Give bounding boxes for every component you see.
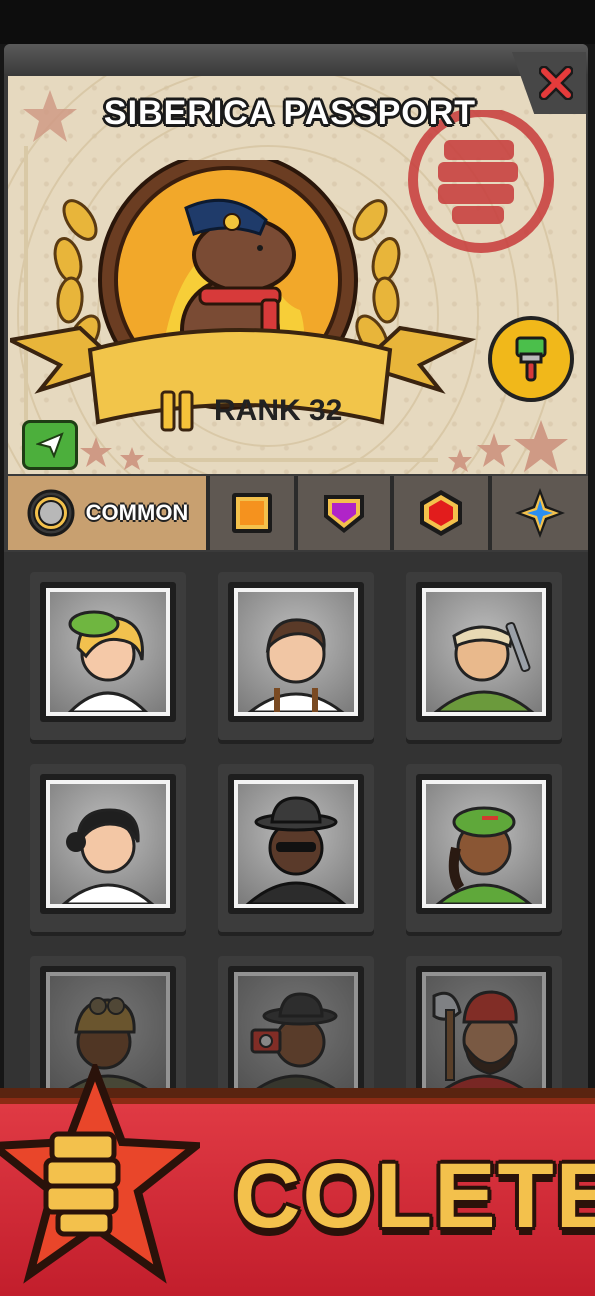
close-icon: [539, 66, 573, 100]
tab-legendary[interactable]: [394, 476, 492, 550]
star-decoration-icon: [448, 449, 472, 472]
character-card[interactable]: [30, 572, 186, 740]
character-grid: [4, 552, 588, 1124]
paint-brush-icon: [515, 336, 547, 382]
character-card[interactable]: [406, 764, 562, 932]
frame-top-rail: [4, 44, 588, 74]
tab-epic[interactable]: [298, 476, 394, 550]
purple-shield-icon: [324, 495, 364, 533]
character-portrait: [46, 588, 170, 716]
blue-star-icon: [515, 488, 565, 538]
customize-button[interactable]: [488, 316, 574, 402]
star-decoration-icon: [514, 420, 568, 472]
character-card[interactable]: [406, 572, 562, 740]
share-button[interactable]: [22, 420, 78, 470]
star-decoration-icon: [477, 433, 511, 467]
status-bar: [0, 0, 595, 44]
character-portrait: [234, 588, 358, 716]
passport-title: SIBERICA PASSPORT: [103, 94, 477, 132]
tab-mythic[interactable]: [492, 476, 588, 550]
tab-common[interactable]: COMMON: [8, 476, 210, 550]
character-card[interactable]: [218, 572, 374, 740]
silver-circle-icon: [27, 489, 75, 537]
character-card[interactable]: [30, 764, 186, 932]
rank-label: RANK 32: [214, 394, 343, 427]
collect-button-label: COLETE: [234, 1145, 595, 1247]
character-portrait: [234, 780, 358, 908]
character-portrait: [422, 972, 546, 1100]
tab-rare[interactable]: [210, 476, 298, 550]
character-portrait: [422, 780, 546, 908]
character-portrait: [422, 588, 546, 716]
tab-common-label: COMMON: [85, 500, 189, 525]
orange-square-icon: [232, 493, 272, 533]
character-card[interactable]: [218, 764, 374, 932]
paper-plane-icon: [36, 432, 64, 458]
fist-star-icon: [0, 1064, 200, 1284]
character-portrait: [46, 780, 170, 908]
character-portrait: [234, 972, 358, 1100]
red-hexagon-icon: [420, 490, 462, 536]
rarity-tabs: COMMON: [4, 476, 588, 552]
